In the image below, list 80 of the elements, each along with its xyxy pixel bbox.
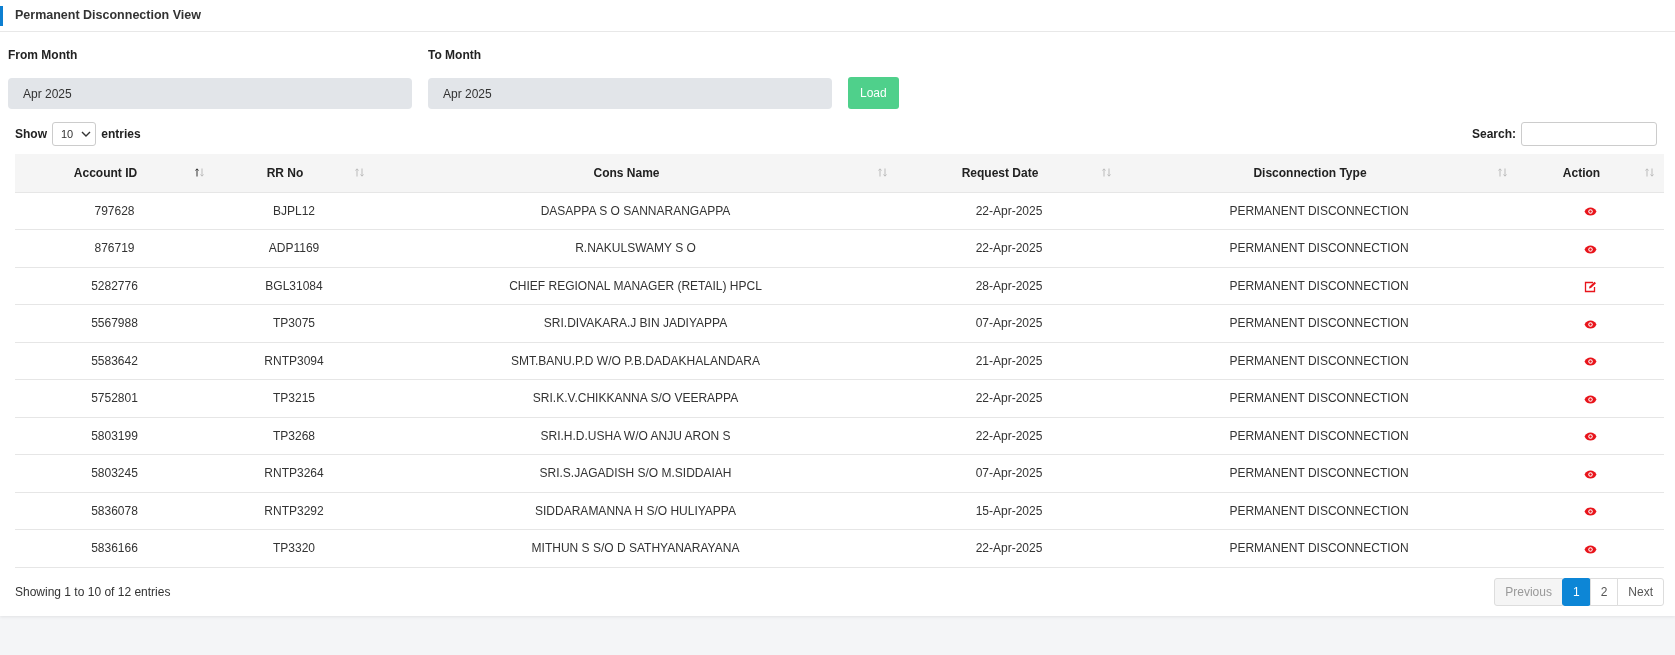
month-field[interactable]: Apr 2025 [8, 78, 412, 109]
column-header[interactable]: Account ID [15, 154, 214, 192]
table-cell: PERMANENT DISCONNECTION [1121, 267, 1517, 305]
table-cell: SRI.DIVAKARA.J BIN JADIYAPPA [374, 304, 897, 342]
table-cell: PERMANENT DISCONNECTION [1121, 454, 1517, 492]
column-header[interactable]: RR No [214, 154, 374, 192]
table-cell: 5583642 [15, 342, 214, 380]
table-cell: 22-Apr-2025 [897, 529, 1121, 567]
table-cell: 22-Apr-2025 [897, 379, 1121, 417]
search-field[interactable] [1521, 122, 1657, 146]
table-cell: MITHUN S S/O D SATHYANARAYANA [374, 529, 897, 567]
table-cell: 5803245 [15, 454, 214, 492]
field-label: To Month [428, 47, 483, 64]
table-cell: PERMANENT DISCONNECTION [1121, 304, 1517, 342]
table-cell: TP3075 [214, 304, 374, 342]
table-cell: RNTP3292 [214, 492, 374, 530]
pagination-button[interactable]: 1 [1561, 577, 1591, 606]
eye-icon[interactable] [1584, 469, 1597, 479]
table-cell: 22-Apr-2025 [897, 417, 1121, 455]
table-cell: PERMANENT DISCONNECTION [1121, 379, 1517, 417]
table-cell: DASAPPA S O SANNARANGAPPA [374, 192, 897, 230]
chevron-down-icon [81, 131, 92, 137]
column-header[interactable]: Action [1517, 154, 1664, 192]
table-cell: 5752801 [15, 379, 214, 417]
table-cell: 07-Apr-2025 [897, 454, 1121, 492]
table-cell: CHIEF REGIONAL MANAGER (RETAIL) HPCL [374, 267, 897, 305]
table-cell: 5282776 [15, 267, 214, 305]
table-cell: PERMANENT DISCONNECTION [1121, 192, 1517, 230]
table-cell: PERMANENT DISCONNECTION [1121, 342, 1517, 380]
table-cell: 22-Apr-2025 [897, 192, 1121, 230]
pagination-button[interactable]: Next [1617, 577, 1664, 606]
entries-info: Showing 1 to 10 of 12 entries [15, 583, 171, 601]
search-label: Search: [1471, 126, 1516, 143]
table-cell: SMT.BANU.P.D W/O P.B.DADAKHALANDARA [374, 342, 897, 380]
table-cell: ADP1169 [214, 229, 374, 267]
table-cell: 876719 [15, 229, 214, 267]
table-cell: BGL31084 [214, 267, 374, 305]
table-cell: 28-Apr-2025 [897, 267, 1121, 305]
table-cell: 797628 [15, 192, 214, 230]
table-cell: BJPL12 [214, 192, 374, 230]
table-cell: PERMANENT DISCONNECTION [1121, 492, 1517, 530]
table-cell: RNTP3264 [214, 454, 374, 492]
table-cell: SRI.S.JAGADISH S/O M.SIDDAIAH [374, 454, 897, 492]
field-label: From Month [8, 47, 79, 64]
table-cell: PERMANENT DISCONNECTION [1121, 417, 1517, 455]
column-header[interactable]: Cons Name [374, 154, 897, 192]
eye-icon[interactable] [1584, 432, 1597, 442]
column-header[interactable]: Disconnection Type [1121, 154, 1517, 192]
table-cell: TP3215 [214, 379, 374, 417]
table-cell: SRI.H.D.USHA W/O ANJU ARON S [374, 417, 897, 455]
edit-icon[interactable] [1584, 280, 1597, 293]
entries-label: entries [101, 126, 141, 143]
eye-icon[interactable] [1584, 244, 1597, 254]
table-cell: 07-Apr-2025 [897, 304, 1121, 342]
table-cell: R.NAKULSWAMY S O [374, 229, 897, 267]
month-field[interactable]: Apr 2025 [428, 78, 832, 109]
column-header[interactable]: Request Date [897, 154, 1121, 192]
page-title: Permanent Disconnection View [0, 5, 201, 26]
table-cell: SRI.K.V.CHIKKANNA S/O VEERAPPA [374, 379, 897, 417]
show-label: Show [15, 126, 47, 143]
eye-icon[interactable] [1584, 507, 1597, 517]
table-cell: 5836166 [15, 529, 214, 567]
table-cell: RNTP3094 [214, 342, 374, 380]
table-cell: 5803199 [15, 417, 214, 455]
table-cell: 5836078 [15, 492, 214, 530]
table-cell: 21-Apr-2025 [897, 342, 1121, 380]
eye-icon[interactable] [1584, 357, 1597, 367]
table-cell: SIDDARAMANNA H S/O HULIYAPPA [374, 492, 897, 530]
eye-icon[interactable] [1584, 207, 1597, 217]
eye-icon[interactable] [1584, 544, 1597, 554]
table-cell: 15-Apr-2025 [897, 492, 1121, 530]
table-cell: 22-Apr-2025 [897, 229, 1121, 267]
eye-icon[interactable] [1584, 319, 1597, 329]
page-length-select[interactable]: 10 [52, 122, 97, 146]
table-cell: TP3268 [214, 417, 374, 455]
table-cell: PERMANENT DISCONNECTION [1121, 229, 1517, 267]
eye-icon[interactable] [1584, 394, 1597, 404]
table-cell: 5567988 [15, 304, 214, 342]
table-cell: TP3320 [214, 529, 374, 567]
table-cell: PERMANENT DISCONNECTION [1121, 529, 1517, 567]
